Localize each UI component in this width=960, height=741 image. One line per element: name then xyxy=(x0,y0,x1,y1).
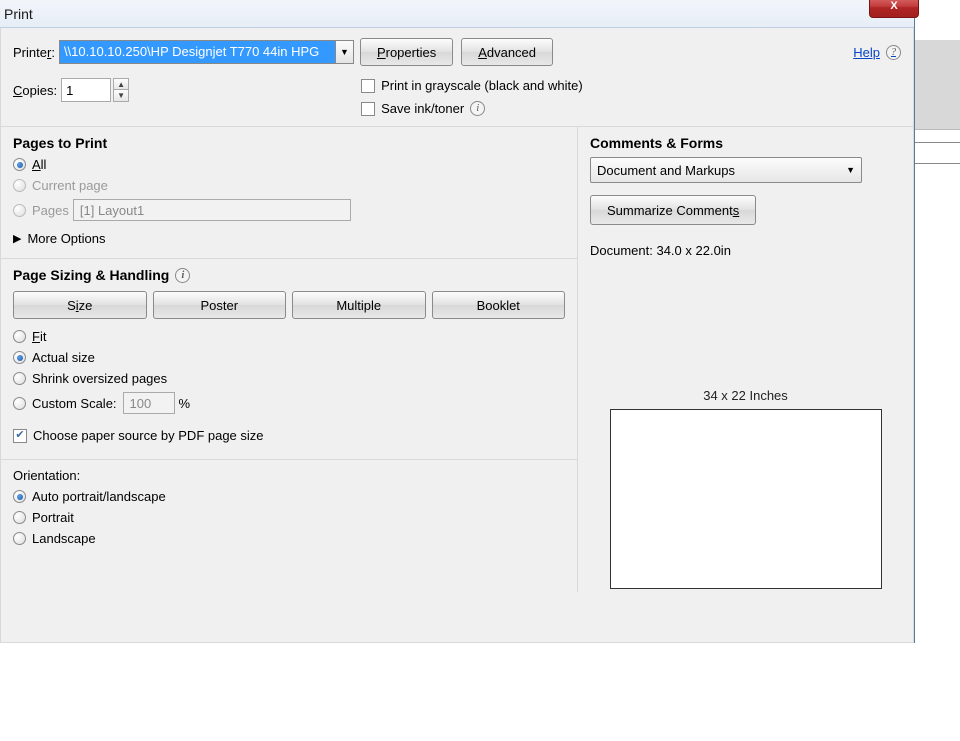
comments-forms-select[interactable]: Document and Markups ▼ xyxy=(590,157,862,183)
orient-landscape-label: Landscape xyxy=(32,531,96,546)
pages-current-radio xyxy=(13,179,26,192)
page-preview xyxy=(610,409,882,589)
booklet-button[interactable]: Booklet xyxy=(432,291,566,319)
printer-selected-text: \\10.10.10.250\HP Designjet T770 44in HP… xyxy=(60,41,335,63)
saveink-label: Save ink/toner xyxy=(381,101,464,116)
pages-title: Pages to Print xyxy=(13,135,565,151)
custom-scale-radio[interactable] xyxy=(13,397,26,410)
fit-radio[interactable] xyxy=(13,330,26,343)
spinner-down-icon[interactable]: ▼ xyxy=(114,90,128,101)
custom-scale-label: Custom Scale: xyxy=(32,396,117,411)
copies-label: Copies: xyxy=(13,83,57,98)
orientation-title: Orientation: xyxy=(13,468,565,483)
comments-forms-title: Comments & Forms xyxy=(590,135,901,151)
summarize-comments-button[interactable]: Summarize Comments xyxy=(590,195,756,225)
orient-portrait-label: Portrait xyxy=(32,510,74,525)
pages-current-label: Current page xyxy=(32,178,108,193)
grayscale-label: Print in grayscale (black and white) xyxy=(381,78,583,93)
shrink-radio[interactable] xyxy=(13,372,26,385)
pages-to-print-group: Pages to Print All Current page Pages xyxy=(1,127,577,259)
shrink-label: Shrink oversized pages xyxy=(32,371,167,386)
help-icon: ? xyxy=(886,45,901,60)
spinner-up-icon[interactable]: ▲ xyxy=(114,79,128,90)
sizing-title: Page Sizing & Handling i xyxy=(13,267,565,283)
copies-input[interactable] xyxy=(61,78,111,102)
actual-size-label: Actual size xyxy=(32,350,95,365)
paper-source-label: Choose paper source by PDF page size xyxy=(33,428,264,443)
printer-select[interactable]: \\10.10.10.250\HP Designjet T770 44in HP… xyxy=(59,40,354,64)
orientation-group: Orientation: Auto portrait/landscape Por… xyxy=(1,460,577,562)
chevron-down-icon[interactable]: ▼ xyxy=(335,41,353,63)
fit-label: Fit xyxy=(32,329,46,344)
orient-landscape-radio[interactable] xyxy=(13,532,26,545)
pages-range-radio xyxy=(13,204,26,217)
info-icon[interactable]: i xyxy=(470,101,485,116)
comments-forms-selected: Document and Markups xyxy=(597,163,735,178)
orient-auto-label: Auto portrait/landscape xyxy=(32,489,166,504)
orient-portrait-radio[interactable] xyxy=(13,511,26,524)
close-button[interactable]: X xyxy=(869,0,919,18)
page-sizing-group: Page Sizing & Handling i Size Poster Mul… xyxy=(1,259,577,460)
custom-scale-field xyxy=(123,392,175,414)
chevron-down-icon: ▼ xyxy=(846,165,855,175)
printer-label: Printer: xyxy=(13,45,55,60)
multiple-button[interactable]: Multiple xyxy=(292,291,426,319)
pages-all-radio[interactable] xyxy=(13,158,26,171)
size-button[interactable]: Size xyxy=(13,291,147,319)
actual-size-radio[interactable] xyxy=(13,351,26,364)
properties-button[interactable]: Properties xyxy=(360,38,453,66)
titlebar: Print xyxy=(0,0,914,28)
triangle-right-icon: ▶ xyxy=(13,232,21,245)
print-dialog: X Print Printer: \\10.10.10.250\HP Desig… xyxy=(0,0,915,643)
pages-range-label: Pages xyxy=(32,203,69,218)
saveink-checkbox[interactable] xyxy=(361,102,375,116)
grayscale-checkbox[interactable] xyxy=(361,79,375,93)
pages-all-label: All xyxy=(32,157,46,172)
pages-range-field xyxy=(73,199,351,221)
orient-auto-radio[interactable] xyxy=(13,490,26,503)
more-options-toggle[interactable]: ▶ More Options xyxy=(13,231,565,246)
advanced-button[interactable]: Advanced xyxy=(461,38,553,66)
paper-source-checkbox[interactable] xyxy=(13,429,27,443)
document-dimensions-label: Document: 34.0 x 22.0in xyxy=(590,243,901,258)
percent-label: % xyxy=(179,396,191,411)
help-link[interactable]: Help ? xyxy=(853,45,901,60)
info-icon[interactable]: i xyxy=(175,268,190,283)
copies-spinner[interactable]: ▲ ▼ xyxy=(113,78,129,102)
preview-size-label: 34 x 22 Inches xyxy=(590,388,901,403)
background-decor xyxy=(915,40,960,176)
window-title: Print xyxy=(4,6,33,22)
poster-button[interactable]: Poster xyxy=(153,291,287,319)
